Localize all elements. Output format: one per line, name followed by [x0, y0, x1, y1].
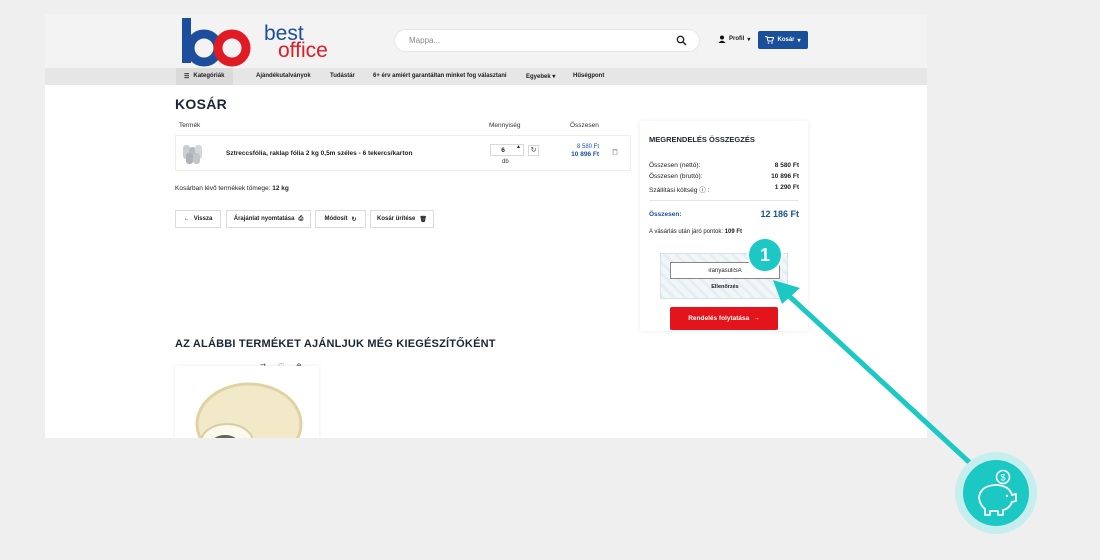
annotation-arrow: [773, 280, 985, 477]
step-badge: 1: [749, 239, 781, 271]
svg-text:$: $: [1000, 473, 1005, 483]
piggy-bank-circle: $: [963, 460, 1029, 526]
piggy-bank-icon: $: [978, 469, 1017, 516]
piggy-bank-badge: $: [955, 452, 1037, 534]
